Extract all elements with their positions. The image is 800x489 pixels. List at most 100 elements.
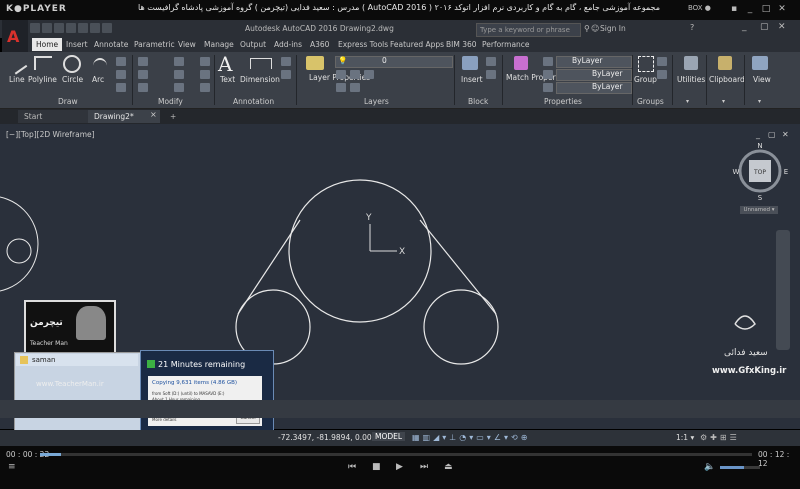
- tab-parametric[interactable]: Parametric: [134, 40, 175, 49]
- viewcube-e-label[interactable]: E: [784, 168, 788, 176]
- arc-button[interactable]: Arc: [92, 75, 104, 84]
- stretch-icon[interactable]: [138, 83, 148, 92]
- search-input[interactable]: Type a keyword or phrase: [476, 23, 581, 37]
- tab-featured-apps[interactable]: Featured Apps: [390, 40, 444, 49]
- volume-icon[interactable]: 🔈: [704, 462, 715, 472]
- layer-freeze-icon[interactable]: [350, 70, 360, 79]
- utilities-icon[interactable]: [684, 56, 698, 70]
- tab-home[interactable]: Home: [32, 38, 63, 51]
- panel-title-groups[interactable]: Groups: [637, 97, 664, 106]
- player-pin-icon[interactable]: ▪: [728, 3, 740, 15]
- panel-title-draw[interactable]: Draw: [58, 97, 78, 106]
- model-space-button[interactable]: MODEL: [372, 432, 406, 441]
- file-tab-start[interactable]: Start: [18, 110, 90, 123]
- new-file-icon[interactable]: [30, 23, 40, 33]
- stop-icon[interactable]: ■: [372, 462, 381, 472]
- utilities-button[interactable]: Utilities: [677, 75, 705, 84]
- boundary-icon[interactable]: [116, 83, 126, 92]
- view-button[interactable]: View: [753, 75, 771, 84]
- eject-icon[interactable]: ⏏: [444, 462, 453, 472]
- clipboard-icon[interactable]: [718, 56, 732, 70]
- restore-icon[interactable]: ▢: [760, 22, 769, 32]
- belt-tangent-right[interactable]: [419, 219, 497, 315]
- utilities-dropdown-icon[interactable]: ▾: [686, 98, 689, 105]
- hatch-icon[interactable]: [116, 70, 126, 79]
- player-minimize-icon[interactable]: _: [744, 3, 756, 15]
- rotate-icon[interactable]: [174, 57, 184, 66]
- arc-icon[interactable]: [93, 58, 107, 74]
- player-box-button[interactable]: BOX ●: [688, 4, 711, 12]
- layer-match-icon[interactable]: [350, 83, 360, 92]
- large-pulley-circle[interactable]: [288, 179, 432, 323]
- match-properties-icon[interactable]: [514, 56, 528, 70]
- status-tools-icon[interactable]: ⚙✚⊞☰: [700, 433, 740, 442]
- clipboard-button[interactable]: Clipboard: [709, 75, 745, 84]
- open-file-icon[interactable]: [42, 23, 52, 33]
- layer-properties-button[interactable]: Layer Properties: [309, 73, 370, 82]
- tab-express-tools[interactable]: Express Tools: [338, 40, 388, 49]
- tab-output[interactable]: Output: [240, 40, 266, 49]
- redo-icon[interactable]: [102, 23, 112, 33]
- viewcube-w-label[interactable]: W: [733, 168, 740, 176]
- move-icon[interactable]: [138, 57, 148, 66]
- polyline-button[interactable]: Polyline: [28, 75, 57, 84]
- layer-dropdown[interactable]: [335, 56, 453, 68]
- layer-off-icon[interactable]: [336, 70, 346, 79]
- panel-title-annotation[interactable]: Annotation: [233, 97, 274, 106]
- layer-isolate-icon[interactable]: [336, 83, 346, 92]
- leader-icon[interactable]: [281, 57, 291, 66]
- save-icon[interactable]: [54, 23, 64, 33]
- command-line[interactable]: [0, 400, 800, 418]
- minimize-icon[interactable]: _: [742, 22, 747, 32]
- tab-insert[interactable]: Insert: [66, 40, 88, 49]
- tab-annotate[interactable]: Annotate: [94, 40, 128, 49]
- tab-add-ins[interactable]: Add-ins: [274, 40, 302, 49]
- insert-button[interactable]: Insert: [461, 75, 483, 84]
- view-dropdown-icon[interactable]: ▾: [758, 98, 761, 105]
- tab-view[interactable]: View: [178, 40, 196, 49]
- dimension-button[interactable]: Dimension: [240, 75, 280, 84]
- insert-block-icon[interactable]: [462, 56, 478, 70]
- play-icon[interactable]: ▶: [396, 462, 403, 472]
- tab-performance[interactable]: Performance: [482, 40, 530, 49]
- group-edit-icon[interactable]: [657, 70, 667, 79]
- viewcube-s-label[interactable]: S: [758, 194, 763, 202]
- edit-block-icon[interactable]: [486, 70, 496, 79]
- clipboard-dropdown-icon[interactable]: ▾: [722, 98, 725, 105]
- panel-title-modify[interactable]: Modify: [158, 97, 183, 106]
- help-icon[interactable]: ?: [690, 23, 694, 32]
- tab-manage[interactable]: Manage: [204, 40, 234, 49]
- tab-bim-360[interactable]: BIM 360: [446, 40, 477, 49]
- view-icon[interactable]: [752, 56, 768, 70]
- copy-icon[interactable]: [138, 70, 148, 79]
- search-icon[interactable]: ⚲: [584, 24, 590, 33]
- ucs-menu[interactable]: Unnamed ▾: [740, 206, 778, 214]
- small-circle-left[interactable]: [6, 238, 32, 264]
- text-button[interactable]: Text: [220, 75, 235, 84]
- viewcube-n-label[interactable]: N: [757, 142, 762, 150]
- ungroup-icon[interactable]: [657, 57, 667, 66]
- plot-icon[interactable]: [78, 23, 88, 33]
- annotation-scale[interactable]: 1:1 ▾: [676, 433, 694, 442]
- panel-title-layers[interactable]: Layers: [364, 97, 389, 106]
- close-icon[interactable]: ✕: [778, 22, 786, 32]
- save-as-icon[interactable]: [66, 23, 76, 33]
- dimension-icon[interactable]: [250, 58, 272, 69]
- partial-circle-left[interactable]: [0, 196, 39, 292]
- layer-properties-icon[interactable]: [306, 56, 324, 70]
- previous-icon[interactable]: ⏮: [348, 462, 356, 472]
- tab-a360[interactable]: A360: [310, 40, 329, 49]
- mirror-icon[interactable]: [174, 70, 184, 79]
- sign-in-button[interactable]: Sign In: [600, 24, 626, 33]
- panel-title-properties[interactable]: Properties: [544, 97, 582, 106]
- group-icon[interactable]: [638, 56, 654, 72]
- table-icon[interactable]: [281, 70, 291, 79]
- circle-icon[interactable]: [63, 55, 81, 73]
- scale-icon[interactable]: [174, 83, 184, 92]
- seek-bar[interactable]: [40, 453, 752, 456]
- right-pulley-circle[interactable]: [423, 289, 499, 365]
- line-button[interactable]: Line: [9, 75, 25, 84]
- new-tab-button[interactable]: +: [164, 110, 182, 123]
- circle-button[interactable]: Circle: [62, 75, 83, 84]
- array-icon[interactable]: [200, 83, 210, 92]
